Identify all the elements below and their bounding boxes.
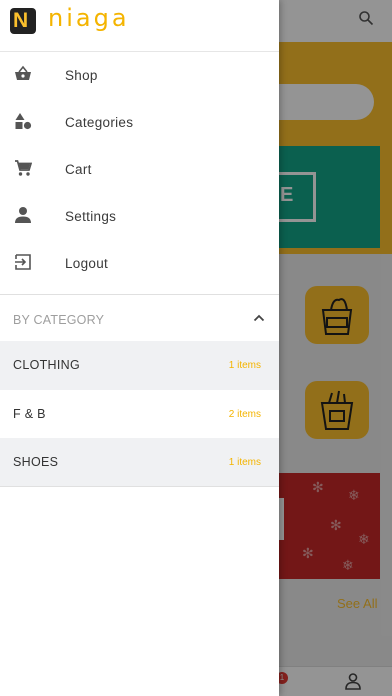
cart-icon — [15, 160, 32, 176]
category-name: CLOTHING — [13, 358, 80, 372]
menu-item-shop[interactable]: Shop — [0, 52, 279, 99]
navigation-drawer: N niaga Shop Categories Cart Settings Lo… — [0, 0, 279, 696]
category-count: 2 items — [228, 408, 261, 420]
category-item-fnb[interactable]: F & B 2 items — [0, 390, 279, 439]
category-section-title: BY CATEGORY — [13, 313, 105, 327]
basket-icon — [15, 65, 31, 80]
category-item-clothing[interactable]: CLOTHING 1 items — [0, 341, 279, 390]
category-name: SHOES — [13, 455, 59, 469]
category-count: 1 items — [228, 457, 261, 468]
menu-item-label: Shop — [65, 68, 98, 83]
person-icon — [15, 207, 31, 223]
category-item-shoes[interactable]: SHOES 1 items — [0, 438, 279, 487]
shapes-icon — [15, 113, 32, 130]
brand-logo-letter: N — [13, 9, 29, 32]
menu-item-label: Settings — [65, 209, 117, 224]
category-name: F & B — [13, 406, 46, 421]
category-section-header[interactable]: BY CATEGORY — [0, 294, 279, 341]
drawer-menu: Shop Categories Cart Settings Logout — [0, 52, 279, 287]
drawer-header: N niaga — [0, 0, 279, 52]
menu-item-categories[interactable]: Categories — [0, 99, 279, 146]
menu-item-label: Logout — [65, 256, 109, 271]
menu-item-label: Cart — [65, 162, 92, 177]
menu-item-cart[interactable]: Cart — [0, 146, 279, 193]
brand-name: niaga — [48, 4, 130, 32]
logout-icon — [15, 254, 31, 270]
menu-item-logout[interactable]: Logout — [0, 240, 279, 287]
category-count: 1 items — [228, 360, 261, 371]
menu-item-label: Categories — [65, 115, 134, 130]
menu-item-settings[interactable]: Settings — [0, 193, 279, 240]
chevron-up-icon[interactable] — [253, 312, 265, 324]
brand-logo: N — [10, 8, 36, 34]
